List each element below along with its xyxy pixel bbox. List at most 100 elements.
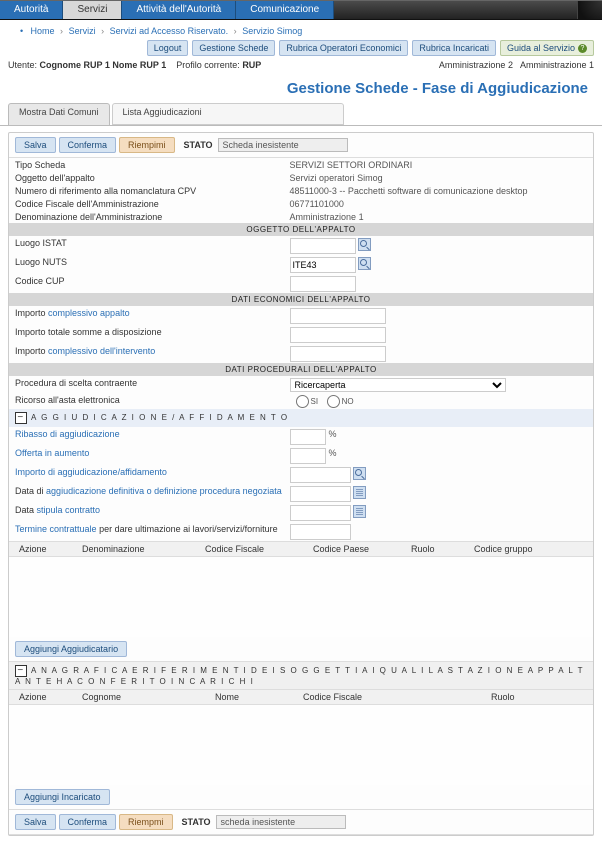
- col2-azione: Azione: [15, 692, 78, 702]
- profilo-label: Profilo corrente:: [176, 60, 240, 70]
- admin-link-a[interactable]: Amministrazione 2: [439, 60, 513, 70]
- col2-cf: Codice Fiscale: [299, 692, 487, 702]
- asta-no-radio[interactable]: [327, 395, 340, 408]
- col2-cognome: Cognome: [78, 692, 211, 702]
- data-stip-input[interactable]: [290, 505, 351, 521]
- salva-button[interactable]: Salva: [15, 137, 56, 153]
- subtab-dati-comuni[interactable]: Mostra Dati Comuni: [8, 103, 110, 125]
- term-link[interactable]: Termine contrattuale: [15, 524, 97, 534]
- anag-section-title: A N A G R A F I C A E R I F E R I M E N …: [15, 666, 584, 686]
- term-lbl2: per dare ultimazione ai lavori/servizi/f…: [99, 524, 278, 534]
- col-cp: Codice Paese: [309, 544, 407, 554]
- economici-section-header: DATI ECONOMICI DELL'APPALTO: [9, 293, 593, 306]
- aggiungi-incaricato-button[interactable]: Aggiungi Incaricato: [15, 789, 110, 805]
- col-denom: Denominazione: [78, 544, 201, 554]
- aggiudicatari-grid-header: Azione Denominazione Codice Fiscale Codi…: [9, 541, 593, 557]
- istat-search-icon[interactable]: [358, 238, 371, 251]
- tipo-scheda-label: Tipo Scheda: [15, 160, 290, 170]
- guida-button[interactable]: Guida al Servizio?: [500, 40, 594, 56]
- data-agg-input[interactable]: [290, 486, 351, 502]
- profilo-val: RUP: [242, 60, 261, 70]
- rubrica-oe-button[interactable]: Rubrica Operatori Economici: [279, 40, 408, 56]
- procedurali-section-header: DATI PROCEDURALI DELL'APPALTO: [9, 363, 593, 376]
- oggetto-label: Oggetto dell'appalto: [15, 173, 290, 183]
- data-stip-calendar-icon[interactable]: [353, 505, 366, 518]
- ribasso-link[interactable]: Ribasso di aggiudicazione: [15, 429, 290, 445]
- nuts-input[interactable]: [290, 257, 356, 273]
- oggetto-section-header: OGGETTO DELL'APPALTO: [9, 223, 593, 236]
- utente-label: Utente:: [8, 60, 37, 70]
- tab-autorita[interactable]: Autorità: [0, 1, 63, 19]
- col-ruolo: Ruolo: [407, 544, 470, 554]
- nuts-label: Luogo NUTS: [15, 257, 290, 273]
- col-azione: Azione: [15, 544, 78, 554]
- salva-button-bottom[interactable]: Salva: [15, 814, 56, 830]
- stato-value-bottom: scheda inesistente: [216, 815, 346, 829]
- tab-attivita[interactable]: Attività dell'Autorità: [122, 1, 236, 19]
- offerta-input[interactable]: [290, 448, 326, 464]
- cpv-value: 48511000-3 -- Pacchetti software di comu…: [290, 186, 587, 196]
- conferma-button-bottom[interactable]: Conferma: [59, 814, 117, 830]
- top-tabs: Autorità Servizi Attività dell'Autorità …: [0, 1, 602, 19]
- cf-amm-value: 06771101000: [290, 199, 587, 209]
- imp-totale-input[interactable]: [290, 327, 386, 343]
- subtab-lista[interactable]: Lista Aggiudicazioni: [112, 103, 344, 125]
- crumb-riservato[interactable]: Servizi ad Accesso Riservato.: [110, 26, 229, 36]
- col-cg: Codice gruppo: [470, 544, 587, 554]
- data-agg-link[interactable]: aggiudicazione definitiva o definizione …: [46, 486, 282, 496]
- scelta-select[interactable]: Ricercaperta: [290, 378, 506, 392]
- page-title: Gestione Schede - Fase di Aggiudicazione: [0, 74, 602, 103]
- rubrica-ic-button[interactable]: Rubrica Incaricati: [412, 40, 496, 56]
- importo-agg-input[interactable]: [290, 467, 351, 483]
- tab-servizi[interactable]: Servizi: [63, 1, 122, 19]
- agg-collapse-toggle[interactable]: −: [15, 412, 27, 424]
- oggetto-value: Servizi operatori Simog: [290, 173, 587, 183]
- ribasso-input[interactable]: [290, 429, 326, 445]
- asta-si-radio[interactable]: [296, 395, 309, 408]
- col2-ruolo: Ruolo: [487, 692, 587, 702]
- stato-label-bottom: STATO: [182, 817, 211, 827]
- anag-collapse-toggle[interactable]: −: [15, 665, 27, 677]
- term-input[interactable]: [290, 524, 351, 540]
- tipo-scheda-value: SERVIZI SETTORI ORDINARI: [290, 160, 587, 170]
- importo-agg-link[interactable]: Importo di aggiudicazione/affidamento: [15, 467, 290, 483]
- scelta-label: Procedura di scelta contraente: [15, 378, 290, 392]
- cup-input[interactable]: [290, 276, 356, 292]
- incaricati-grid-body: [9, 705, 593, 785]
- corner-decor: [577, 1, 602, 19]
- imp-compl-lbl1: Importo: [15, 308, 46, 318]
- utente-nome: Cognome RUP 1 Nome RUP 1: [40, 60, 167, 70]
- nuts-search-icon[interactable]: [358, 257, 371, 270]
- istat-input[interactable]: [290, 238, 356, 254]
- data-agg-calendar-icon[interactable]: [353, 486, 366, 499]
- riempimi-button[interactable]: Riempimi: [119, 137, 175, 153]
- imp-compl-input[interactable]: [290, 308, 386, 324]
- tab-comunicazione[interactable]: Comunicazione: [236, 1, 334, 19]
- imp-int-input[interactable]: [290, 346, 386, 362]
- gestione-schede-button[interactable]: Gestione Schede: [192, 40, 275, 56]
- crumb-servizi[interactable]: Servizi: [69, 26, 96, 36]
- imp-compl-link[interactable]: complessivo appalto: [48, 308, 130, 318]
- asta-si-label: SI: [311, 396, 319, 405]
- crumb-simog[interactable]: Servizio Simog: [242, 26, 302, 36]
- istat-label: Luogo ISTAT: [15, 238, 290, 254]
- agg-section-title: A G G I U D I C A Z I O N E / A F F I D …: [31, 413, 289, 422]
- logout-button[interactable]: Logout: [147, 40, 189, 56]
- offerta-link[interactable]: Offerta in aumento: [15, 448, 290, 464]
- col-cf: Codice Fiscale: [201, 544, 309, 554]
- imp-int-link[interactable]: complessivo dell'intervento: [48, 346, 155, 356]
- cpv-label: Numero di riferimento alla nomanclatura …: [15, 186, 290, 196]
- riempmi-button-bottom[interactable]: Riempmi: [119, 814, 173, 830]
- help-icon: ?: [578, 44, 587, 53]
- cf-amm-label: Codice Fiscale dell'Amministrazione: [15, 199, 290, 209]
- conferma-button[interactable]: Conferma: [59, 137, 117, 153]
- crumb-home[interactable]: Home: [31, 26, 55, 36]
- cup-label: Codice CUP: [15, 276, 290, 292]
- aggiungi-aggiudicatario-button[interactable]: Aggiungi Aggiudicatario: [15, 641, 127, 657]
- imp-totale-label: Importo totale somme a disposizione: [15, 327, 290, 343]
- imp-int-lbl1: Importo: [15, 346, 46, 356]
- incaricati-grid-header: Azione Cognome Nome Codice Fiscale Ruolo: [9, 689, 593, 705]
- importo-agg-calc-icon[interactable]: [353, 467, 366, 480]
- admin-link-b[interactable]: Amministrazione 1: [520, 60, 594, 70]
- data-stip-link[interactable]: stipula contratto: [37, 505, 101, 515]
